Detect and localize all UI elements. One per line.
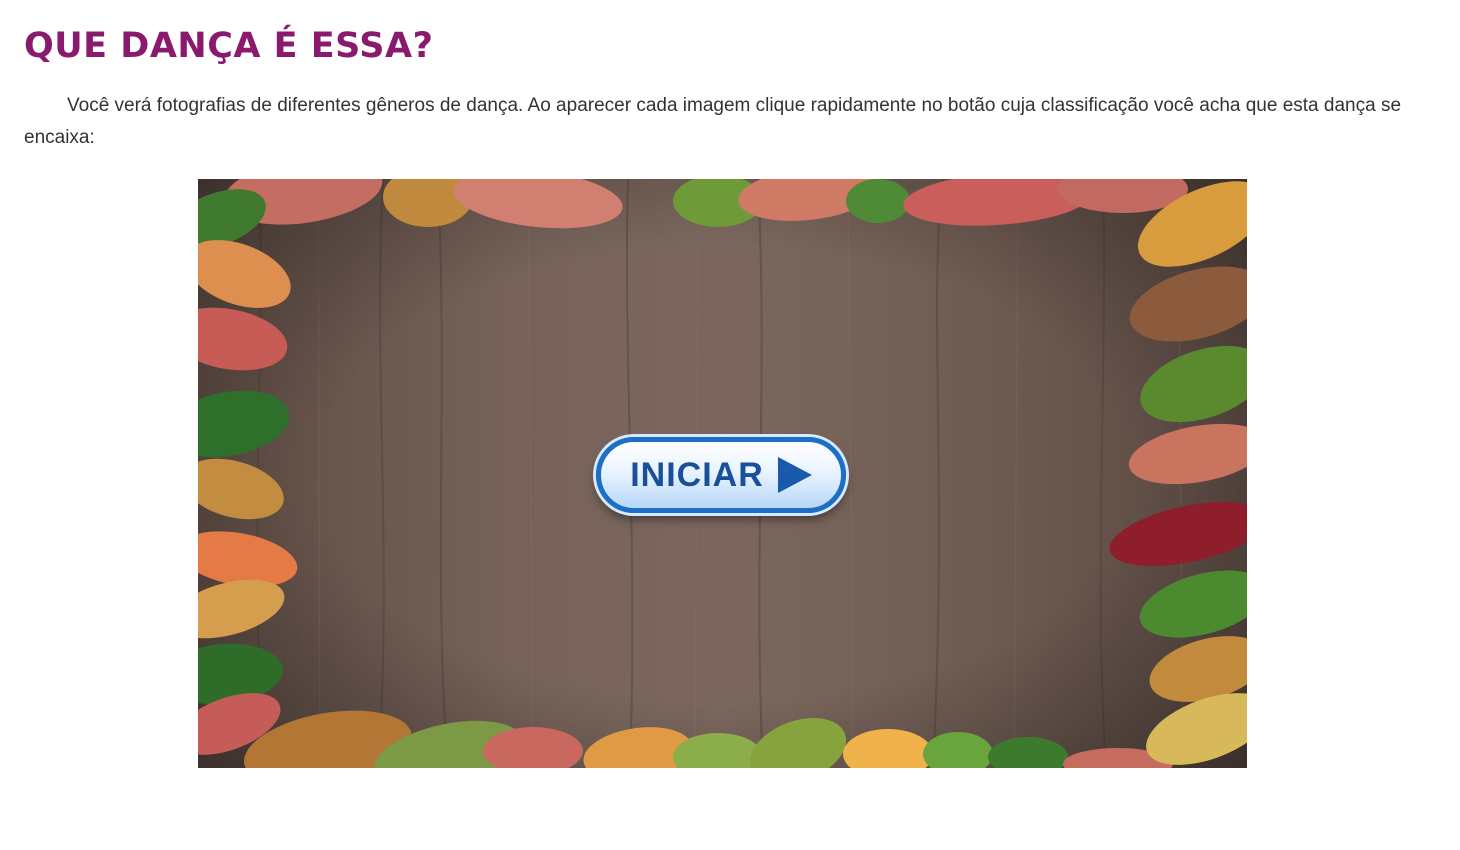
game-frame[interactable]: INICIAR bbox=[198, 179, 1247, 768]
start-button[interactable]: INICIAR bbox=[596, 437, 846, 513]
start-button-label: INICIAR bbox=[630, 455, 764, 494]
intro-paragraph: Você verá fotografias de diferentes gêne… bbox=[24, 95, 1402, 148]
play-triangle-icon bbox=[777, 457, 812, 493]
page-title: QUE DANÇA É ESSA? bbox=[24, 26, 434, 66]
page: QUE DANÇA É ESSA? Você verá fotografias … bbox=[0, 0, 1460, 850]
